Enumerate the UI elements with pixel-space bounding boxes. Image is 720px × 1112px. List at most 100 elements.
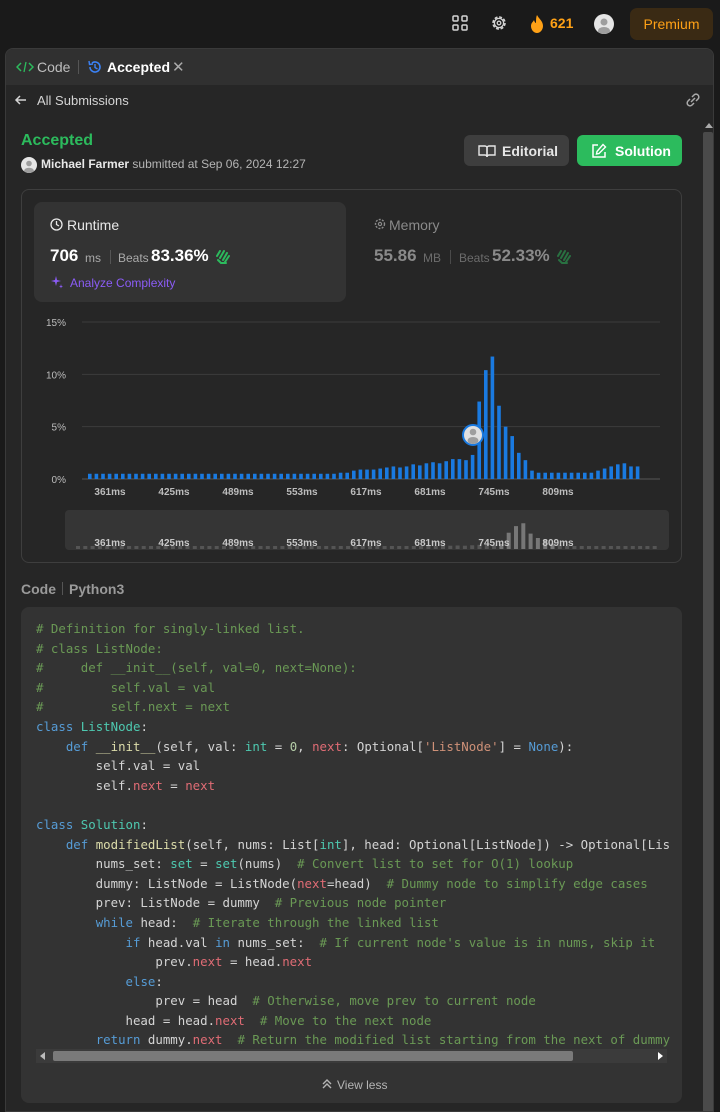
chart-bar[interactable] — [385, 467, 389, 479]
horizontal-scrollbar[interactable] — [36, 1049, 667, 1063]
chart-bar[interactable] — [127, 473, 132, 479]
avatar[interactable] — [594, 14, 614, 34]
chart-bar[interactable] — [114, 473, 118, 479]
arrow-left-icon[interactable] — [14, 93, 28, 107]
chart-bar[interactable] — [345, 472, 349, 479]
chart-bar[interactable] — [444, 461, 448, 479]
chart-bar[interactable] — [431, 462, 435, 479]
chart-bar[interactable] — [451, 459, 455, 479]
chart-bar[interactable] — [609, 466, 613, 479]
chart-bar[interactable] — [193, 473, 198, 479]
chart-bar[interactable] — [299, 473, 303, 479]
chart-bar[interactable] — [338, 472, 343, 479]
chart-bar[interactable] — [616, 464, 620, 479]
chart-bar[interactable] — [286, 473, 290, 479]
solution-button[interactable]: Solution — [577, 135, 682, 166]
chart-bar[interactable] — [167, 473, 171, 479]
chart-bar[interactable] — [589, 472, 594, 479]
tab-accepted[interactable]: Accepted — [107, 59, 170, 75]
chart-bar[interactable] — [140, 473, 145, 479]
chart-bar[interactable] — [173, 473, 178, 479]
chart-bar[interactable] — [266, 473, 270, 479]
runtime-distribution-chart[interactable]: 15% 10% 5% 0% 361ms 425ms 489ms 553ms 617ms 681ms… — [22, 190, 683, 564]
chart-bar[interactable] — [484, 370, 488, 479]
chart-bar[interactable] — [418, 465, 422, 479]
chart-bar[interactable] — [523, 460, 528, 479]
chart-bar[interactable] — [279, 473, 283, 479]
chart-bar[interactable] — [220, 473, 224, 479]
chart-bar[interactable] — [530, 470, 534, 479]
chart-bar[interactable] — [187, 473, 191, 479]
chart-bar[interactable] — [200, 473, 204, 479]
chart-bar[interactable] — [206, 473, 211, 479]
chart-bar[interactable] — [490, 356, 495, 479]
chart-bar[interactable] — [352, 470, 356, 479]
chart-bar[interactable] — [596, 470, 600, 479]
layout-icon[interactable] — [451, 14, 469, 32]
chart-bar[interactable] — [563, 472, 567, 479]
chart-bar[interactable] — [134, 473, 138, 479]
view-less-button[interactable]: View less — [321, 1078, 387, 1092]
chart-bar[interactable] — [556, 472, 561, 479]
chart-bar[interactable] — [121, 473, 125, 479]
chart-bar[interactable] — [292, 473, 297, 479]
all-submissions-link[interactable]: All Submissions — [37, 93, 129, 108]
chart-bar[interactable] — [550, 472, 554, 479]
chart-bar[interactable] — [332, 473, 336, 479]
chart-bar[interactable] — [470, 454, 475, 479]
chart-bar[interactable] — [510, 436, 514, 479]
author-name[interactable]: Michael Farmer — [41, 157, 129, 171]
chart-bar[interactable] — [358, 469, 363, 479]
chart-bar[interactable] — [437, 463, 442, 479]
chart-bar[interactable] — [305, 473, 310, 479]
code-content[interactable]: # Definition for singly-linked list. # c… — [36, 619, 670, 1050]
horizontal-scroll-thumb[interactable] — [53, 1051, 573, 1061]
chart-bar[interactable] — [424, 463, 429, 479]
chart-bar[interactable] — [253, 473, 257, 479]
chart-bar[interactable] — [107, 473, 112, 479]
chart-bar[interactable] — [635, 466, 640, 479]
chart-bar[interactable] — [226, 473, 231, 479]
chart-bar[interactable] — [391, 466, 396, 479]
scroll-left-arrow[interactable] — [40, 1052, 45, 1060]
streak-count[interactable]: 621 — [550, 15, 573, 31]
code-viewer[interactable]: # Definition for singly-linked list. # c… — [21, 607, 682, 1103]
chart-bar[interactable] — [404, 466, 409, 479]
scroll-up-arrow[interactable] — [705, 123, 713, 128]
chart-bar[interactable] — [160, 473, 165, 479]
close-icon[interactable]: ✕ — [172, 58, 185, 76]
chart-bar[interactable] — [101, 473, 105, 479]
chart-bar[interactable] — [246, 473, 250, 479]
chart-bar[interactable] — [503, 426, 508, 479]
tab-code[interactable]: Code — [37, 59, 70, 75]
chart-bar[interactable] — [213, 473, 217, 479]
chart-bar[interactable] — [602, 468, 607, 479]
chart-bar[interactable] — [629, 466, 633, 479]
chart-bar[interactable] — [180, 473, 184, 479]
chart-bar[interactable] — [497, 405, 501, 479]
chart-bar[interactable] — [464, 460, 468, 479]
chart-bar[interactable] — [576, 472, 580, 479]
chart-bar[interactable] — [319, 473, 323, 479]
vertical-scroll-thumb[interactable] — [703, 132, 713, 1111]
chart-bar[interactable] — [325, 473, 330, 479]
chart-bar[interactable] — [457, 459, 462, 479]
premium-button[interactable]: Premium — [630, 8, 713, 40]
chart-bar[interactable] — [365, 469, 369, 479]
chart-bar[interactable] — [272, 473, 277, 479]
chart-bar[interactable] — [259, 473, 264, 479]
chart-bar[interactable] — [147, 473, 151, 479]
chart-bar[interactable] — [94, 473, 99, 479]
chart-bar[interactable] — [398, 467, 402, 479]
author-avatar[interactable] — [21, 157, 37, 173]
chart-bar[interactable] — [378, 468, 382, 479]
scroll-right-arrow[interactable] — [658, 1052, 663, 1060]
chart-bar[interactable] — [411, 464, 415, 479]
chart-bar[interactable] — [569, 472, 574, 479]
link-icon[interactable] — [684, 92, 702, 108]
chart-bar[interactable] — [88, 473, 92, 479]
editorial-button[interactable]: Editorial — [464, 135, 569, 166]
gear-icon[interactable] — [490, 14, 508, 32]
chart-bar[interactable] — [312, 473, 316, 479]
chart-bar[interactable] — [536, 472, 541, 479]
